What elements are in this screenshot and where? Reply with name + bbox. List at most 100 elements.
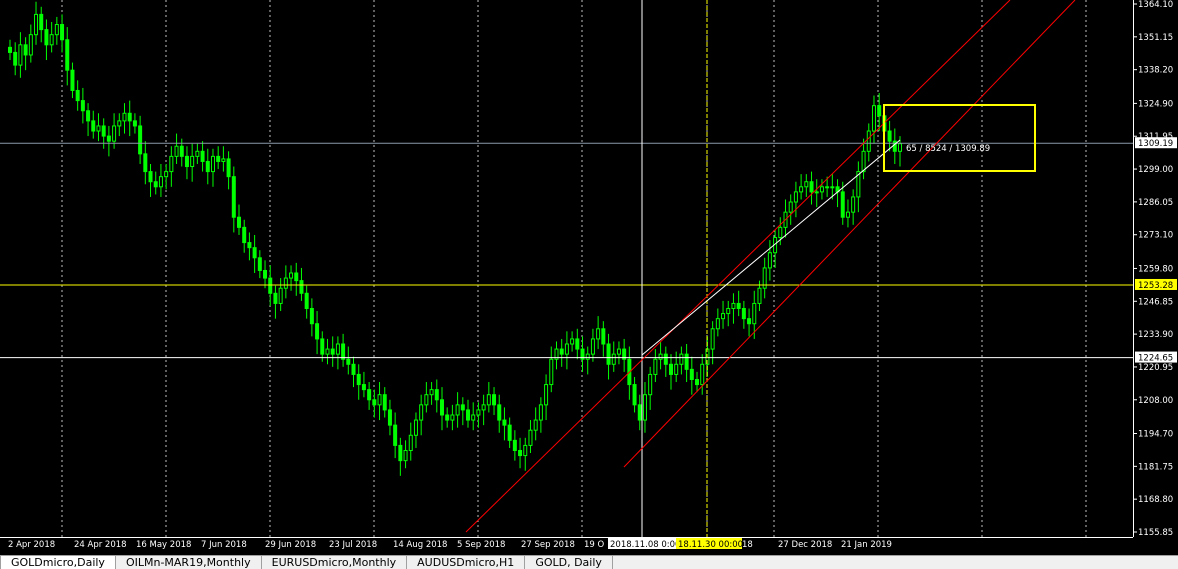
candle-body (788, 201, 793, 213)
candle-body (18, 44, 23, 66)
candles (8, 1, 902, 476)
y-tick-label: 1364.10 (1138, 0, 1173, 10)
tab-gold-daily[interactable]: GOLD, Daily (525, 556, 613, 569)
x-tick-label: 5 Sep 2018 (457, 540, 505, 550)
candle-body (106, 135, 111, 142)
tab-oilmn-monthly[interactable]: OILMn-MAR19,Monthly (116, 556, 262, 569)
candle-body (210, 155, 215, 173)
candle-body (814, 191, 819, 194)
candle-body (393, 424, 398, 446)
chart-tabs-bar: GOLDmicro,Daily OILMn-MAR19,Monthly EURU… (0, 555, 1178, 569)
candle-body (190, 155, 195, 168)
candle-body (424, 394, 429, 406)
candle-body (367, 389, 372, 401)
candle-body (28, 34, 33, 56)
tab-audusdmicro-h1[interactable]: AUDUSDmicro,H1 (407, 556, 526, 569)
candle-body (481, 404, 486, 411)
candle-body (637, 404, 642, 421)
y-tick-label: 1273.10 (1138, 231, 1173, 241)
candle-body (757, 287, 762, 304)
tab-eurusdmicro-monthly[interactable]: EURUSDmicro,Monthly (262, 556, 408, 569)
x-tick-label: 14 Aug 2018 (393, 540, 447, 550)
candle-body (335, 343, 340, 355)
candle-body (564, 343, 569, 355)
x-tick-label: 2018.11.08 0:00 (610, 540, 680, 550)
candle-body (304, 292, 309, 310)
candle-body (502, 419, 507, 426)
y-tick-label: 1233.90 (1138, 330, 1173, 340)
y-tick-label: 1286.05 (1138, 198, 1173, 208)
candle-body (809, 181, 814, 193)
x-tick-label: 24 Apr 2018 (74, 540, 127, 550)
candle-body (398, 444, 403, 462)
candle-body (80, 100, 85, 112)
candle-body (460, 404, 465, 411)
current-price-tag: 1309.19 (1138, 139, 1173, 149)
candle-body (596, 328, 601, 340)
price-chart[interactable]: 65 / 8524 / 1309.89 1364.10 1351.15 1338.2… (0, 0, 1178, 555)
candle-body (492, 394, 497, 406)
candle-body (216, 155, 221, 162)
candle-body (325, 348, 330, 355)
candle-body (122, 112, 127, 122)
candle-body (851, 196, 856, 213)
candle-body (778, 226, 783, 239)
tab-goldmicro-daily[interactable]: GOLDmicro,Daily (0, 556, 116, 569)
candle-body (8, 46, 12, 53)
candle-body (356, 373, 361, 386)
candle-body (346, 358, 351, 365)
chart-grid (0, 0, 1134, 538)
candle-body (497, 404, 502, 421)
candle-body (793, 191, 798, 203)
candle-body (132, 120, 137, 127)
y-tick-label: 1351.15 (1138, 33, 1173, 43)
candle-body (127, 112, 132, 122)
candle-body (158, 176, 163, 188)
candle-body (75, 89, 80, 102)
candle-body (648, 373, 653, 396)
candle-body (507, 424, 512, 441)
candle-body (273, 292, 278, 304)
x-tick-label: 19 O (584, 540, 605, 550)
candle-body (184, 155, 189, 168)
candle-body (575, 338, 580, 350)
candle-body (455, 404, 460, 416)
candle-body (679, 353, 684, 365)
candle-body (60, 24, 65, 41)
candle-body (898, 143, 902, 152)
candle-body (13, 51, 18, 66)
x-tick-label: 18 (742, 540, 753, 550)
candle-body (653, 358, 658, 375)
candle-body (294, 272, 299, 282)
y-tick-label: 1324.90 (1138, 99, 1173, 109)
candle-body (606, 343, 611, 365)
candle-body (684, 353, 689, 370)
price-axis: 1364.101351.151338.201324.901311.951299.… (1133, 0, 1177, 538)
candle-body (179, 145, 184, 157)
candle-body (877, 105, 882, 117)
candle-body (861, 150, 866, 173)
candle-body (819, 186, 824, 193)
candle-body (674, 363, 679, 375)
candle-body (195, 150, 200, 157)
candle-body (44, 29, 49, 46)
highlight-rectangle (883, 104, 1036, 172)
candle-body (695, 378, 700, 386)
candle-body (91, 120, 96, 132)
candle-body (200, 150, 205, 162)
channel-lower-line (623, 0, 1076, 468)
candle-body (361, 384, 366, 391)
candle-body (804, 181, 809, 188)
y-tick-label: 1168.80 (1138, 495, 1173, 505)
candle-body (533, 419, 538, 431)
candle-body (528, 429, 533, 446)
x-tick-label: 2 Apr 2018 (8, 540, 55, 550)
candle-body (148, 171, 153, 183)
candle-body (689, 368, 694, 380)
candle-body (887, 130, 892, 142)
candle-body (590, 338, 595, 355)
candle-body (799, 186, 804, 193)
y-tick-label: 1194.70 (1138, 429, 1173, 439)
candle-body (309, 308, 314, 325)
x-tick-label: 27 Sep 2018 (521, 540, 575, 550)
